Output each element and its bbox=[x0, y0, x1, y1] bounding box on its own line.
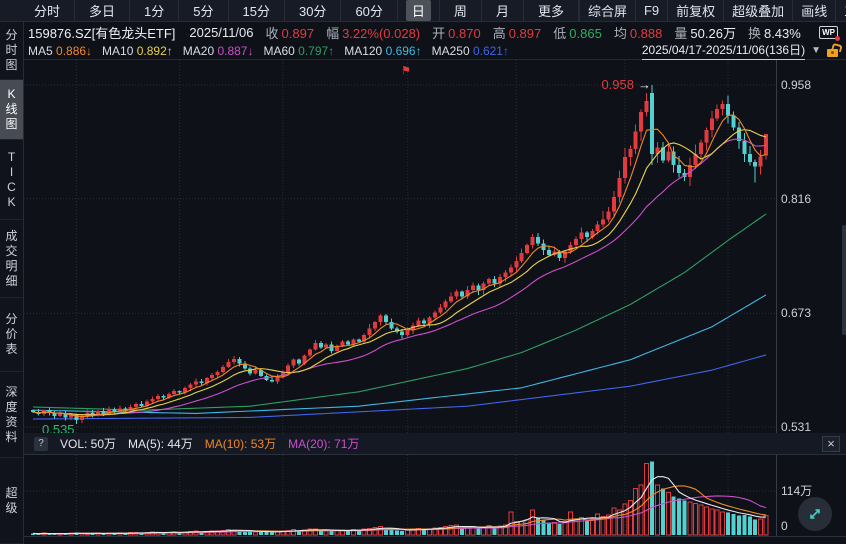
indicator-help-button[interactable]: ? bbox=[34, 437, 48, 451]
ma-line bbox=[33, 139, 766, 415]
menu-综合屏[interactable]: 综合屏 bbox=[579, 0, 635, 21]
field-高: 高0.897 bbox=[493, 23, 542, 42]
expand-arrows-icon bbox=[805, 504, 825, 524]
volume-indicator-bar: ? VOL: 50万 MA(5): 44万 MA(10): 53万 MA(20): 7… bbox=[24, 433, 846, 455]
sidebar-item-分价表[interactable]: 分价表 bbox=[0, 298, 23, 372]
price-tick-0.673: 0.673 bbox=[781, 306, 811, 320]
toolbar-menus: 综合屏F9前复权超级叠加画线工具⚙?» bbox=[579, 0, 846, 21]
volume-bars bbox=[31, 462, 768, 535]
vol-stat: MA(10): 53万 bbox=[205, 435, 276, 452]
ma-line bbox=[33, 295, 766, 414]
sidebar-item-TICK[interactable]: TICK bbox=[0, 140, 23, 220]
quote-fields: 收0.897 幅3.22%(0.028) 开0.870 高0.897 低0.865 均0.… bbox=[266, 23, 813, 42]
ma-line bbox=[33, 130, 766, 415]
candles bbox=[31, 85, 768, 424]
ma-value-MA20: MA20 0.887↓ bbox=[183, 44, 254, 58]
vol-ma-line bbox=[33, 496, 766, 534]
main-gridlines bbox=[24, 60, 776, 433]
price-tick-0.531: 0.531 bbox=[781, 420, 811, 434]
arrow-right-icon: → bbox=[638, 77, 651, 92]
ma-value-MA120: MA120 0.696↑ bbox=[344, 44, 421, 58]
tab-更多[interactable]: 更多 bbox=[524, 0, 579, 21]
tab-1分[interactable]: 1分 bbox=[130, 0, 179, 21]
wp-badge[interactable]: WP bbox=[819, 26, 838, 39]
tab-分时[interactable]: 分时 bbox=[20, 0, 75, 21]
chevron-down-icon[interactable]: ▼ bbox=[811, 45, 821, 56]
field-换: 换8.43% bbox=[748, 23, 801, 42]
menu-超级叠加[interactable]: 超级叠加 bbox=[723, 0, 792, 21]
vol-tick-114万: 114万 bbox=[781, 484, 812, 498]
vol-tick-0: 0 bbox=[781, 519, 788, 533]
symbol-name: 159876.SZ[有色龙头ETF] bbox=[28, 23, 175, 42]
menu-F9[interactable]: F9 bbox=[635, 0, 667, 21]
volume-values: VOL: 50万 MA(5): 44万 MA(10): 53万 MA(20): 71万 bbox=[60, 435, 359, 452]
field-量: 量50.26万 bbox=[674, 23, 736, 42]
tab-30分[interactable]: 30分 bbox=[285, 0, 341, 21]
field-收: 收0.897 bbox=[266, 23, 315, 42]
sidebar-item-K线图[interactable]: K线图 bbox=[0, 80, 23, 140]
price-axis: 0.958 0.816 0.673 0.531 bbox=[776, 60, 846, 433]
vertical-scrollbar-thumb[interactable] bbox=[842, 225, 846, 335]
price-tick-0.958: 0.958 bbox=[781, 78, 811, 92]
tab-多日[interactable]: 多日 bbox=[75, 0, 130, 21]
vol-stat: VOL: 50万 bbox=[60, 435, 116, 452]
sidebar-item-成交明细[interactable]: 成交明细 bbox=[0, 220, 23, 298]
sidebar-item-分时图[interactable]: 分时图 bbox=[0, 22, 23, 80]
candlestick-svg bbox=[24, 60, 776, 433]
vol-stat: MA(20): 71万 bbox=[288, 435, 359, 452]
tab-5分[interactable]: 5分 bbox=[179, 0, 228, 21]
tab-月[interactable]: 月 bbox=[482, 0, 524, 21]
field-低: 低0.865 bbox=[553, 23, 602, 42]
menu-工具[interactable]: 工具 bbox=[835, 0, 846, 21]
field-开: 开0.870 bbox=[432, 23, 481, 42]
tab-日[interactable]: 日 bbox=[398, 0, 440, 21]
quote-date: 2025/11/06 bbox=[189, 25, 253, 40]
quote-bar: 159876.SZ[有色龙头ETF] 2025/11/06 收0.897 幅3.2… bbox=[24, 22, 846, 42]
volume-svg bbox=[24, 455, 776, 537]
high-price-annotation: 0.958 bbox=[562, 77, 634, 92]
vol-stat: MA(5): 44万 bbox=[128, 435, 193, 452]
event-flag-icon: ⚑ bbox=[401, 64, 411, 77]
view-sidebar: 分时图K线图TICK成交明细分价表深度资料超级 bbox=[0, 22, 24, 544]
tab-15分[interactable]: 15分 bbox=[229, 0, 285, 21]
period-toolbar: 分时多日1分5分15分30分60分日周月更多 综合屏F9前复权超级叠加画线工具⚙… bbox=[0, 0, 846, 22]
ma-value-MA5: MA5 0.886↓ bbox=[28, 44, 92, 58]
ma-values: MA5 0.886↓ MA10 0.892↑ MA20 0.887↓ MA60 0.7… bbox=[28, 44, 519, 58]
vol-ma-line bbox=[33, 486, 766, 534]
menu-画线[interactable]: 画线 bbox=[792, 0, 835, 21]
ma-line bbox=[33, 115, 766, 416]
stock-app-window: 分时多日1分5分15分30分60分日周月更多 综合屏F9前复权超级叠加画线工具⚙… bbox=[0, 0, 846, 544]
menu-前复权[interactable]: 前复权 bbox=[667, 0, 723, 21]
field-均: 均0.888 bbox=[614, 23, 663, 42]
candlestick-chart[interactable]: 0.958 → 0.535 ⚑ bbox=[24, 60, 776, 433]
expand-button[interactable] bbox=[798, 497, 832, 531]
lock-icon[interactable] bbox=[827, 49, 838, 57]
ma-value-MA250: MA250 0.621↑ bbox=[432, 44, 509, 58]
ma-value-MA10: MA10 0.892↑ bbox=[102, 44, 173, 58]
ma-indicator-bar: MA5 0.886↓ MA10 0.892↑ MA20 0.887↓ MA60 0.7… bbox=[24, 42, 846, 60]
date-range[interactable]: 2025/04/17-2025/11/06(136日) bbox=[642, 41, 805, 60]
price-tick-0.816: 0.816 bbox=[781, 192, 811, 206]
period-tabs: 分时多日1分5分15分30分60分日周月更多 bbox=[0, 0, 579, 21]
close-icon[interactable]: × bbox=[822, 436, 840, 452]
sidebar-item-超级[interactable]: 超级 bbox=[0, 458, 23, 544]
field-幅: 幅3.22%(0.028) bbox=[326, 23, 420, 42]
sidebar-item-深度资料[interactable]: 深度资料 bbox=[0, 372, 23, 458]
tab-60分[interactable]: 60分 bbox=[341, 0, 397, 21]
date-range-block: 2025/04/17-2025/11/06(136日) ▼ bbox=[642, 41, 838, 60]
volume-chart[interactable] bbox=[24, 455, 776, 537]
tab-周[interactable]: 周 bbox=[440, 0, 482, 21]
ma-value-MA60: MA60 0.797↑ bbox=[263, 44, 334, 58]
